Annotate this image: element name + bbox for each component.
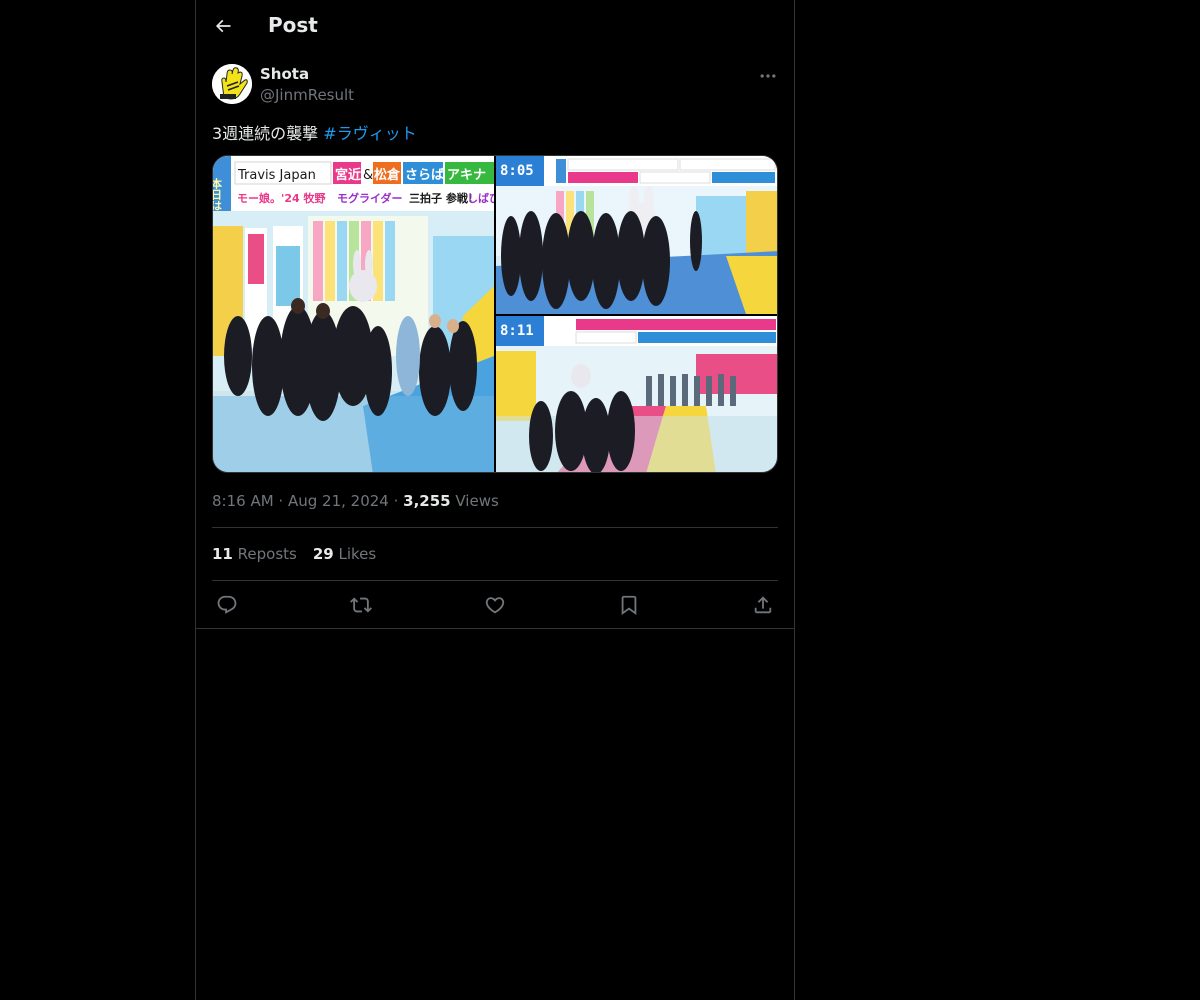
media-image-1[interactable]: 本日は Travis Japan 宮近 & 松倉 さらば アキナ モー娘。'24… [213, 156, 494, 472]
main-column: Post Shota @JinmResult 3週連続の襲撃 #ラヴィット 本日… [195, 0, 795, 1000]
meta-separator: · [388, 492, 404, 510]
tweet-meta: 8:16 AM · Aug 21, 2024 · 3,255 Views [212, 492, 499, 510]
heart-icon[interactable] [484, 594, 506, 616]
banner-line1-a: Travis Japan [237, 168, 316, 183]
media-image-2[interactable]: 8:05 [496, 156, 777, 314]
author-display-name[interactable]: Shota [260, 65, 309, 83]
media-grid: 本日は Travis Japan 宮近 & 松倉 さらば アキナ モー娘。'24… [212, 155, 778, 473]
arrow-left-icon[interactable] [213, 16, 233, 36]
post-header: Post [196, 0, 794, 53]
banner-line2-c: 三拍子 参戦! [409, 191, 473, 205]
likes-count: 29 [312, 545, 334, 563]
tweet-body: 3週連続の襲撃 [212, 124, 324, 143]
tweet-text: 3週連続の襲撃 #ラヴィット [212, 120, 417, 144]
likes-stat[interactable]: 29 Likes [313, 545, 376, 563]
hashtag-link[interactable]: #ラヴィット [323, 124, 416, 143]
tweet-date[interactable]: Aug 21, 2024 [288, 492, 389, 510]
clock-text: 8:05 [500, 163, 534, 179]
banner-line2-d: しばひ [467, 191, 494, 205]
reposts-count: 11 [212, 545, 233, 563]
clock-text: 8:11 [500, 323, 534, 339]
author-handle[interactable]: @JinmResult [260, 86, 354, 104]
banner-line1-f: アキナ [447, 168, 486, 183]
banner-side-label: 本日は [213, 177, 223, 211]
repost-icon[interactable] [350, 594, 372, 616]
media-image-3[interactable]: 8:11 [496, 316, 777, 472]
meta-separator: · [273, 492, 288, 510]
banner-line1-d: 松倉 [374, 167, 401, 183]
banner-line1-b: 宮近 [335, 167, 361, 183]
banner-line1-c: & [363, 168, 373, 183]
reposts-stat[interactable]: 11 Reposts [212, 545, 297, 563]
banner-line2-b: モグライダー [337, 191, 403, 205]
likes-label: Likes [333, 545, 377, 563]
tweet-stats: 11 Reposts 29 Likes [212, 545, 392, 563]
views-count: 3,255 [403, 492, 451, 510]
divider [212, 580, 778, 581]
divider [212, 527, 778, 528]
reposts-label: Reposts [232, 545, 297, 563]
divider [196, 628, 794, 629]
banner-line2-a: モー娘。'24 牧野 [237, 191, 326, 205]
reply-icon[interactable] [216, 594, 238, 616]
share-icon[interactable] [752, 594, 774, 616]
views-label: Views [450, 492, 499, 510]
banner-line1-e: さらば [405, 168, 444, 183]
avatar-hand-icon [212, 64, 252, 104]
more-horizontal-icon[interactable] [758, 66, 778, 86]
avatar[interactable] [212, 64, 252, 104]
tweet-time[interactable]: 8:16 AM [212, 492, 274, 510]
bookmark-icon[interactable] [618, 594, 640, 616]
page-title: Post [268, 13, 318, 37]
